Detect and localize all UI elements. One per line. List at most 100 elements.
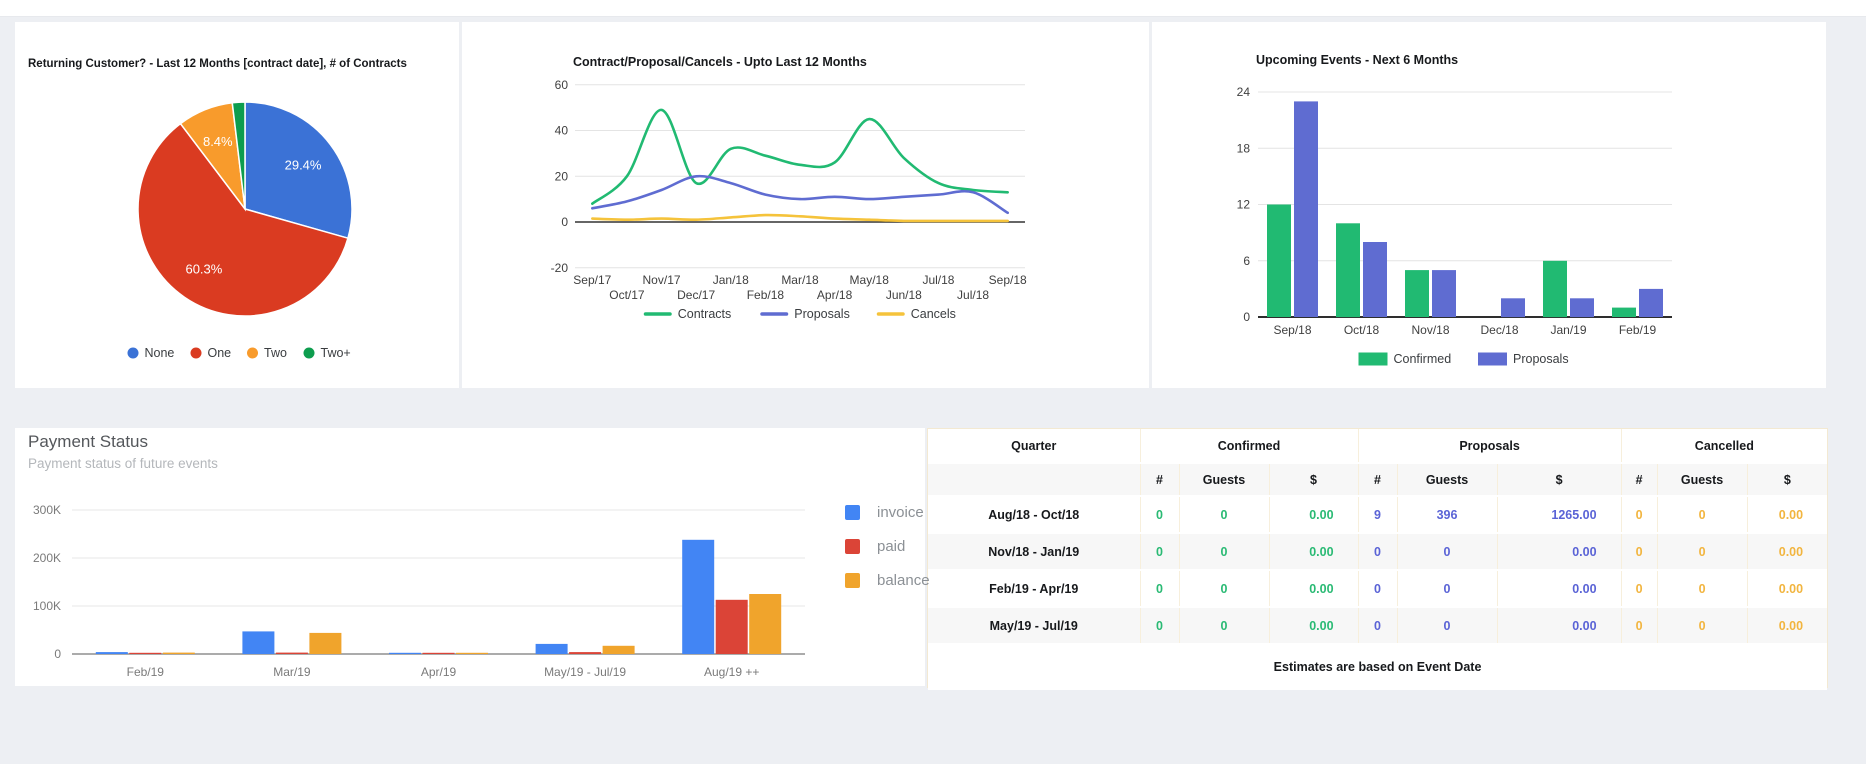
proposals-amount-cell: 1265.00 bbox=[1497, 496, 1622, 534]
legend-label: balance bbox=[877, 572, 930, 589]
bar-paid-3[interactable] bbox=[569, 652, 602, 654]
x-tick-label: Oct/18 bbox=[1344, 323, 1380, 337]
bar-confirmed-Oct-18[interactable] bbox=[1336, 223, 1360, 318]
x-tick-label: Jul/18 bbox=[957, 288, 989, 302]
bar-invoice-2[interactable] bbox=[389, 652, 421, 654]
x-tick-label: Dec/18 bbox=[1480, 323, 1518, 337]
payment-legend-item-balance: balance bbox=[845, 572, 995, 589]
bar-invoice-3[interactable] bbox=[535, 643, 568, 654]
bar-invoice-4[interactable] bbox=[682, 539, 715, 654]
x-tick-label: Dec/17 bbox=[677, 288, 715, 302]
proposals-count-cell: 0 bbox=[1358, 533, 1398, 571]
legend-label: invoice bbox=[877, 504, 924, 521]
cancelled-count-cell: 0 bbox=[1621, 607, 1658, 645]
x-tick-label: Apr/18 bbox=[817, 288, 853, 302]
proposals-guests-cell: 0 bbox=[1397, 533, 1498, 571]
sub-header-guests: Guests bbox=[1179, 463, 1270, 497]
y-tick-label: 20 bbox=[555, 169, 569, 183]
bar-balance-2[interactable] bbox=[456, 652, 488, 654]
col-header-cancelled: Cancelled bbox=[1621, 429, 1828, 464]
table-footer-row: Estimates are based on Event Date bbox=[928, 644, 1828, 690]
proposals-guests-cell: 0 bbox=[1397, 607, 1498, 645]
payment-legend-item-paid: paid bbox=[845, 538, 995, 555]
legend-label: Two+ bbox=[321, 346, 351, 360]
bar-paid-2[interactable] bbox=[422, 652, 455, 654]
sub-header-blank bbox=[928, 463, 1141, 497]
bar-confirmed-Sep-18[interactable] bbox=[1267, 204, 1291, 318]
bar-paid-1[interactable] bbox=[275, 652, 308, 654]
bar-confirmed-Feb-19[interactable] bbox=[1612, 307, 1636, 317]
bar-balance-3[interactable] bbox=[602, 645, 635, 654]
x-tick-label: May/18 bbox=[850, 273, 890, 287]
line-series-contracts[interactable] bbox=[591, 108, 1009, 205]
proposals-amount-cell: 0.00 bbox=[1497, 570, 1622, 608]
confirmed-count-cell: 0 bbox=[1140, 533, 1180, 571]
y-tick-label: 100K bbox=[33, 599, 61, 613]
legend-item-one: One bbox=[190, 346, 232, 360]
quarterly-summary-card: Quarter Confirmed Proposals Cancelled # Guest… bbox=[927, 428, 1828, 690]
x-tick-label: Nov/18 bbox=[1411, 323, 1449, 337]
x-tick-label: Mar/18 bbox=[781, 273, 819, 287]
bar-paid-4[interactable] bbox=[715, 599, 748, 654]
table-footer-note: Estimates are based on Event Date bbox=[928, 644, 1828, 690]
contract-proposal-cancels-card: Contract/Proposal/Cancels - Upto Last 12… bbox=[462, 22, 1149, 388]
proposals-count-cell: 9 bbox=[1358, 496, 1398, 534]
table-row: Feb/19 - Apr/19 0 0 0.00 0 0 0.00 0 0 0.00 bbox=[928, 570, 1828, 608]
quarterly-summary-table: Quarter Confirmed Proposals Cancelled # Guest… bbox=[928, 429, 1828, 690]
x-tick-label: Oct/17 bbox=[609, 288, 645, 302]
legend-label: Proposals bbox=[794, 307, 850, 321]
table-row: May/19 - Jul/19 0 0 0.00 0 0 0.00 0 0 0.00 bbox=[928, 607, 1828, 645]
pie-slice-label: 8.4% bbox=[203, 134, 233, 149]
payment-status-bar-chart: 300K 200K 100K 0 Feb/19 Mar/19 Apr/19 May/19 - … bbox=[33, 503, 805, 679]
sub-header-amount: $ bbox=[1269, 463, 1359, 497]
col-header-proposals: Proposals bbox=[1358, 429, 1622, 464]
bar-proposals-Sep-18[interactable] bbox=[1294, 101, 1318, 318]
bar-invoice-1[interactable] bbox=[242, 631, 275, 654]
legend-item-contracts: Contracts bbox=[643, 307, 731, 321]
bar-paid-0[interactable] bbox=[129, 652, 162, 654]
x-tick-label: Jan/19 bbox=[1550, 323, 1586, 337]
legend-swatch bbox=[845, 505, 860, 520]
bar-proposals-Jan-19[interactable] bbox=[1570, 298, 1594, 318]
legend-label: One bbox=[208, 346, 232, 360]
bar-invoice-0[interactable] bbox=[95, 652, 128, 654]
legend-swatch bbox=[845, 573, 860, 588]
payment-legend-item-invoice: invoice bbox=[845, 504, 995, 521]
legend-item-none: None bbox=[127, 346, 175, 360]
confirmed-guests-cell: 0 bbox=[1179, 496, 1270, 534]
line-series-proposals[interactable] bbox=[591, 174, 1009, 215]
sub-header-count: # bbox=[1140, 463, 1180, 497]
line-series-cancels[interactable] bbox=[591, 213, 1009, 223]
bar-proposals-Feb-19[interactable] bbox=[1639, 288, 1663, 317]
upcoming-events-bar-chart: 0 6 12 18 24 Sep/18 Oct/18 Nov/18 Dec/18 Jan/19 Fe… bbox=[1237, 85, 1672, 366]
payment-status-card: Payment Status Payment status of future … bbox=[15, 428, 930, 686]
cancelled-count-cell: 0 bbox=[1621, 533, 1658, 571]
bar-proposals-Dec-18[interactable] bbox=[1501, 298, 1525, 318]
bar-balance-0[interactable] bbox=[162, 652, 195, 654]
legend-label: None bbox=[145, 346, 175, 360]
legend-swatch bbox=[845, 539, 860, 554]
bar-confirmed-Nov-18[interactable] bbox=[1405, 270, 1429, 317]
proposals-guests-cell: 0 bbox=[1397, 570, 1498, 608]
bar-proposals-Oct-18[interactable] bbox=[1363, 242, 1387, 317]
sub-header-guests: Guests bbox=[1657, 463, 1748, 497]
legend-label: Proposals bbox=[1513, 352, 1569, 366]
x-tick-label: Apr/19 bbox=[421, 665, 457, 679]
bar-balance-1[interactable] bbox=[309, 632, 342, 654]
legend-label: Cancels bbox=[911, 307, 956, 321]
x-tick-label: Sep/18 bbox=[1273, 323, 1311, 337]
bar-proposals-Nov-18[interactable] bbox=[1432, 270, 1456, 317]
sub-header-amount: $ bbox=[1497, 463, 1622, 497]
x-tick-label: Feb/18 bbox=[747, 288, 785, 302]
col-header-confirmed: Confirmed bbox=[1140, 429, 1359, 464]
bar-confirmed-Jan-19[interactable] bbox=[1543, 260, 1567, 318]
y-tick-label: 0 bbox=[1243, 310, 1250, 324]
x-tick-label: Mar/19 bbox=[273, 665, 311, 679]
contract-proposal-cancels-line-chart: 60 40 20 0 -20 Sep/17Oct/17Nov/17Dec/17Jan/18… bbox=[551, 78, 1027, 321]
y-tick-label: -20 bbox=[551, 261, 569, 275]
col-header-quarter: Quarter bbox=[928, 429, 1141, 464]
bar-balance-4[interactable] bbox=[749, 594, 782, 654]
y-tick-label: 0 bbox=[54, 647, 61, 661]
quarter-cell: May/19 - Jul/19 bbox=[928, 607, 1141, 645]
table-row: Nov/18 - Jan/19 0 0 0.00 0 0 0.00 0 0 0.00 bbox=[928, 533, 1828, 571]
